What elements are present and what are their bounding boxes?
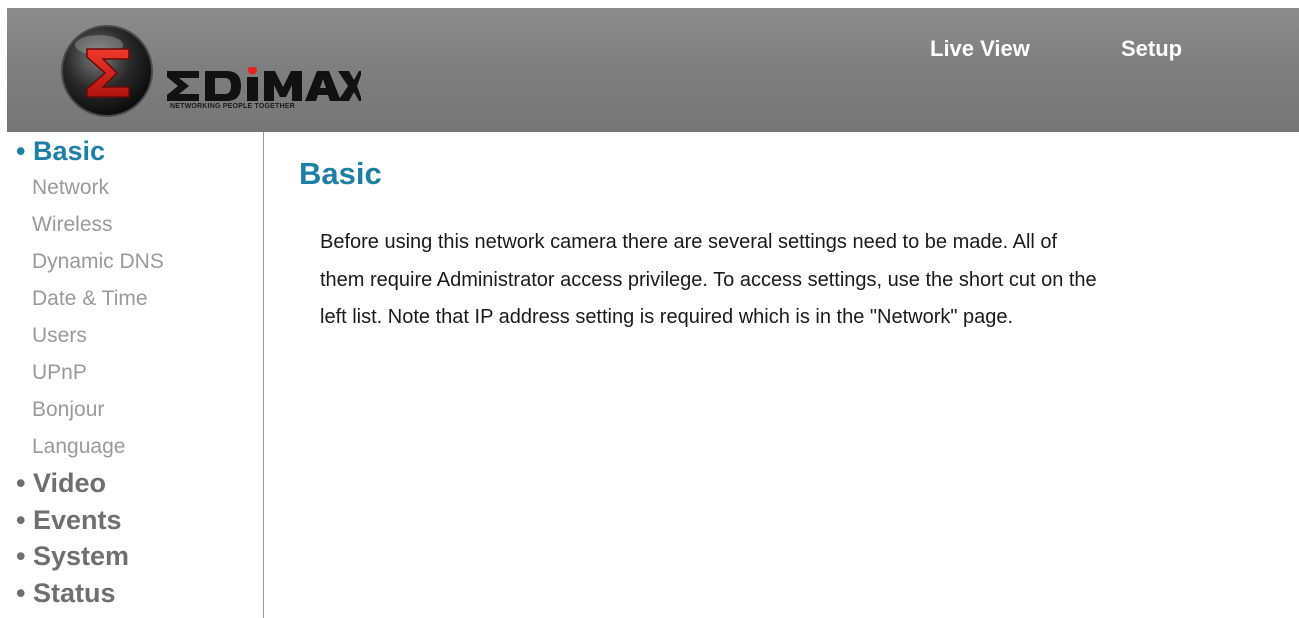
sidebar-item-users[interactable]: Users bbox=[16, 317, 164, 354]
sidebar-section-status[interactable]: • Status bbox=[16, 575, 164, 612]
sidebar-section-system[interactable]: • System bbox=[16, 538, 164, 575]
page-title: Basic bbox=[299, 156, 382, 191]
sidebar-menu: • Basic Network Wireless Dynamic DNS Dat… bbox=[16, 137, 164, 611]
sigma-ball-icon bbox=[61, 25, 153, 117]
live-view-link[interactable]: Live View bbox=[930, 36, 1121, 62]
sidebar-item-language[interactable]: Language bbox=[16, 428, 164, 465]
sidebar-item-network[interactable]: Network bbox=[16, 169, 164, 206]
sidebar-item-dynamic-dns[interactable]: Dynamic DNS bbox=[16, 243, 164, 280]
sidebar-item-upnp[interactable]: UPnP bbox=[16, 354, 164, 391]
edimax-logo[interactable]: NETWORKING PEOPLE TOGETHER bbox=[59, 23, 361, 119]
sidebar-item-bonjour[interactable]: Bonjour bbox=[16, 391, 164, 428]
brand-tagline: NETWORKING PEOPLE TOGETHER bbox=[170, 103, 295, 110]
sidebar-section-video[interactable]: • Video bbox=[16, 465, 164, 502]
setup-link[interactable]: Setup bbox=[1121, 36, 1182, 62]
sidebar-section-events[interactable]: • Events bbox=[16, 502, 164, 539]
edimax-wordmark bbox=[167, 67, 361, 101]
page-description: Before using this network camera there a… bbox=[320, 231, 1097, 328]
header-bar: NETWORKING PEOPLE TOGETHER Live View Set… bbox=[7, 8, 1299, 132]
sidebar-section-basic[interactable]: • Basic bbox=[16, 137, 164, 169]
top-navigation: Live View Setup bbox=[930, 36, 1182, 62]
main-content: Basic Before using this network camera t… bbox=[299, 154, 1159, 337]
sidebar-item-date-time[interactable]: Date & Time bbox=[16, 280, 164, 317]
app-frame: NETWORKING PEOPLE TOGETHER Live View Set… bbox=[0, 0, 1299, 618]
sidebar: • Basic Network Wireless Dynamic DNS Dat… bbox=[7, 132, 264, 618]
sidebar-item-wireless[interactable]: Wireless bbox=[16, 206, 164, 243]
